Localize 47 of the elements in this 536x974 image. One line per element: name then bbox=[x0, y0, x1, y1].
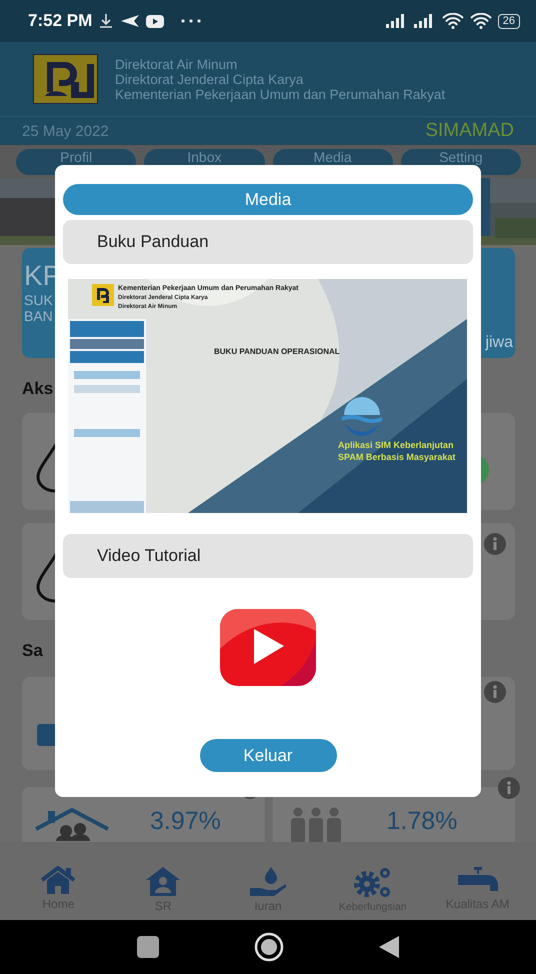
app-name: SIMAMAD bbox=[425, 120, 514, 142]
cover-subtitle: SPAM Berbasis Masyarakat bbox=[338, 452, 456, 463]
info-icon[interactable] bbox=[498, 777, 520, 799]
water-logo-icon bbox=[340, 397, 384, 437]
status-time: 7:52 PM bbox=[28, 11, 92, 31]
info-icon[interactable] bbox=[484, 533, 506, 555]
home-button[interactable] bbox=[254, 932, 284, 962]
dialog-title: Media bbox=[63, 184, 473, 215]
ministry-logo bbox=[92, 284, 114, 306]
wifi-icon bbox=[470, 13, 492, 29]
wifi-icon bbox=[442, 13, 464, 29]
ministry-logo bbox=[33, 54, 98, 104]
unit-text: jiwa bbox=[485, 334, 513, 352]
gears-icon bbox=[352, 866, 393, 898]
download-icon bbox=[98, 13, 114, 29]
close-button[interactable]: Keluar bbox=[200, 739, 336, 772]
camera-icon bbox=[37, 722, 55, 748]
card-text: BAN bbox=[24, 308, 53, 324]
header-text: Direktorat Air Minum bbox=[115, 56, 238, 72]
cover-subtitle: Aplikasi SIM Keberlanjutan bbox=[338, 440, 454, 451]
media-item[interactable]: Buku Panduan bbox=[63, 220, 473, 264]
play-button[interactable] bbox=[220, 609, 316, 689]
send-icon bbox=[120, 14, 140, 28]
cover-title: BUKU PANDUAN OPERASIONAL bbox=[214, 347, 340, 356]
recents-button[interactable] bbox=[137, 936, 159, 958]
header-text: Kementerian Pekerjaan Umum dan Perumahan Rakyat bbox=[115, 86, 446, 102]
header-text: Direktorat Jenderal Cipta Karya bbox=[115, 72, 304, 86]
stat-value: 1.78% bbox=[386, 807, 458, 837]
section-heading: Aks bbox=[22, 378, 54, 400]
play-icon bbox=[220, 609, 316, 686]
stat-value: 3.97% bbox=[150, 807, 221, 837]
droplet-icon bbox=[35, 553, 55, 603]
video-icon bbox=[146, 14, 164, 28]
home-icon bbox=[40, 866, 76, 894]
card-text: SUK bbox=[24, 292, 53, 308]
droplet-icon bbox=[35, 443, 55, 493]
house-icon bbox=[34, 807, 110, 841]
media-item[interactable]: Video Tutorial bbox=[63, 534, 473, 578]
date-text: 25 May 2022 bbox=[22, 122, 109, 140]
hand-drop-icon bbox=[248, 866, 287, 896]
more-icon bbox=[180, 18, 202, 24]
faucet-icon bbox=[458, 866, 498, 894]
back-button[interactable] bbox=[379, 936, 399, 958]
house-person-icon bbox=[145, 866, 182, 896]
battery-level: 26 bbox=[498, 14, 520, 28]
info-icon[interactable] bbox=[484, 681, 506, 703]
section-heading: Sa bbox=[22, 640, 44, 662]
